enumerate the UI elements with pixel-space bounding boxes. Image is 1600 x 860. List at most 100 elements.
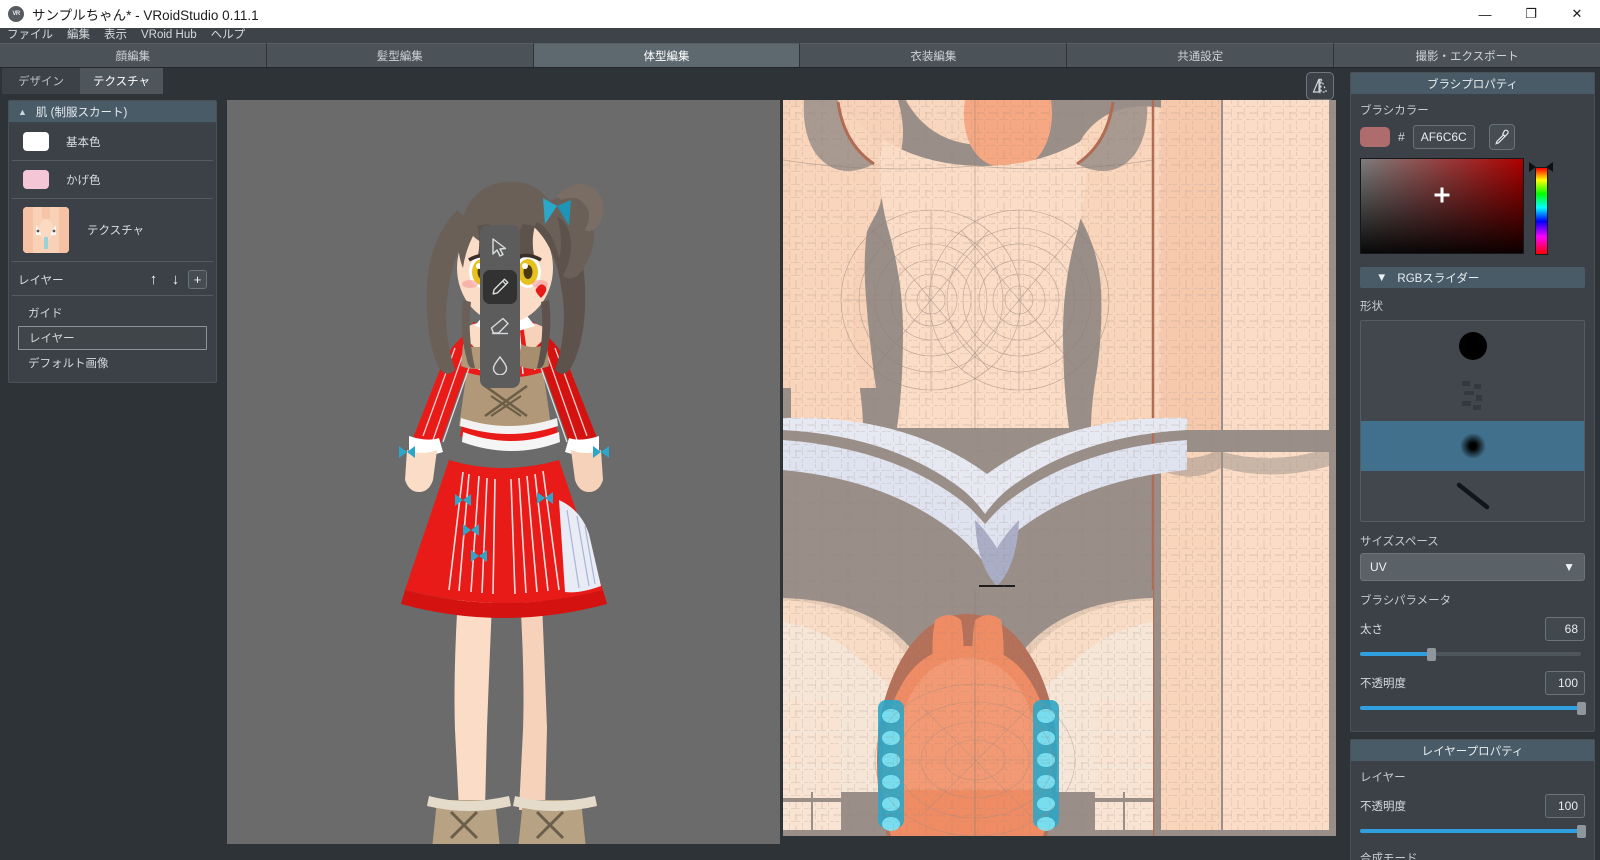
brush-color-line: # AF6C6C: [1360, 124, 1585, 150]
chevron-down-icon: ▼: [1563, 560, 1575, 574]
menu-view[interactable]: 表示: [97, 28, 134, 43]
menu-help[interactable]: ヘルプ: [204, 28, 253, 43]
hard-round-brush-icon: [1458, 332, 1487, 360]
shadow-color-row[interactable]: かげ色: [12, 161, 213, 199]
tab-hair-edit[interactable]: 髪型編集: [266, 43, 534, 67]
brush-opacity-fill: [1360, 706, 1581, 710]
brush-size-fill: [1360, 652, 1431, 656]
left-panel: デザイン テクスチャ ▲ 肌 (制服スカート) 基本色 かげ色 テクスチャ レイ…: [0, 68, 225, 860]
color-cursor-icon: [1434, 187, 1450, 203]
character-model[interactable]: [227, 100, 780, 844]
layer-opacity-fill: [1360, 829, 1581, 833]
layer-opacity-row: 不透明度 100: [1360, 794, 1585, 818]
layer-label: レイヤー: [1360, 772, 1406, 784]
brush-opacity-row: 不透明度 100: [1360, 671, 1585, 695]
texture-thumbnail[interactable]: [23, 207, 69, 253]
tab-common-settings[interactable]: 共通設定: [1067, 43, 1335, 67]
texture-brush-icon: [1461, 381, 1482, 410]
base-color-row[interactable]: 基本色: [12, 123, 213, 161]
texture-row[interactable]: テクスチャ: [12, 199, 213, 262]
menu-vroid-hub[interactable]: VRoid Hub: [134, 28, 204, 43]
layers-label: レイヤー: [18, 274, 64, 287]
layer-list: ガイド レイヤー デフォルト画像: [12, 295, 213, 382]
menu-file[interactable]: ファイル: [0, 28, 60, 43]
tab-photo-export[interactable]: 撮影・エクスポート: [1334, 43, 1600, 67]
brush-size-value[interactable]: 68: [1545, 617, 1585, 641]
title-bar: VR サンプルちゃん* - VRoidStudio 0.11.1 — ❐ ✕: [0, 0, 1600, 28]
menu-edit[interactable]: 編集: [60, 28, 97, 43]
layer-item-default-image[interactable]: デフォルト画像: [18, 351, 207, 375]
eraser-icon: [490, 317, 509, 335]
left-tab-texture[interactable]: テクスチャ: [80, 68, 164, 94]
brush-color-label: ブラシカラー: [1360, 105, 1429, 117]
size-space-label: サイズスペース: [1360, 536, 1439, 548]
shadow-color-swatch[interactable]: [23, 170, 49, 189]
brush-size-knob[interactable]: [1426, 648, 1436, 661]
minimize-button[interactable]: —: [1462, 0, 1508, 28]
layer-property-body: レイヤー 不透明度 100 合成モード: [1351, 761, 1594, 860]
maximize-button[interactable]: ❐: [1508, 0, 1554, 28]
arrow-up-icon[interactable]: ↑: [144, 270, 163, 289]
rgb-slider-toggle[interactable]: ▼ RGBスライダー: [1360, 267, 1585, 288]
texture-brush-option[interactable]: [1361, 371, 1584, 421]
layer-opacity-slider[interactable]: [1360, 823, 1586, 839]
layer-item-layer[interactable]: レイヤー: [18, 326, 207, 350]
base-color-label: 基本色: [66, 136, 101, 149]
soft-round-brush-option[interactable]: [1361, 421, 1584, 471]
brush-shape-label: 形状: [1360, 301, 1383, 313]
chevron-down-icon: ▼: [1376, 271, 1388, 284]
hue-slider[interactable]: [1529, 158, 1553, 258]
base-color-swatch[interactable]: [23, 132, 49, 151]
window-controls: — ❐ ✕: [1462, 0, 1600, 28]
size-space-value: UV: [1370, 560, 1387, 574]
tab-body-edit[interactable]: 体型編集: [533, 43, 801, 67]
model-viewport-3d[interactable]: [227, 100, 780, 844]
stroke-brush-option[interactable]: [1361, 471, 1584, 521]
select-tool[interactable]: [483, 231, 517, 265]
right-panel: ブラシプロパティ ブラシカラー # AF6C6C ▼ RGBスライダー 形状 サ…: [1345, 68, 1600, 860]
arrow-down-icon[interactable]: ↓: [166, 270, 185, 289]
layer-opacity-label: 不透明度: [1360, 801, 1406, 813]
brush-shape-list: [1360, 320, 1585, 522]
pencil-icon: [492, 278, 509, 295]
vroid-logo-icon: VR: [8, 6, 24, 22]
brush-hex-input[interactable]: AF6C6C: [1412, 125, 1475, 149]
tab-face-edit[interactable]: 顔編集: [0, 43, 267, 67]
layers-header: レイヤー ↑ ↓ +: [9, 262, 216, 295]
brush-color-swatch[interactable]: [1360, 127, 1390, 147]
plus-icon[interactable]: +: [188, 270, 207, 289]
brush-property-title: ブラシプロパティ: [1351, 73, 1594, 94]
brush-opacity-knob[interactable]: [1577, 702, 1586, 715]
layer-opacity-knob[interactable]: [1577, 825, 1586, 838]
hard-round-brush-option[interactable]: [1361, 321, 1584, 371]
hue-gradient-bar[interactable]: [1535, 167, 1548, 255]
uv-canvas[interactable]: [783, 100, 1336, 836]
tool-palette: [480, 225, 520, 388]
section-header-skin[interactable]: ▲ 肌 (制服スカート): [9, 101, 216, 123]
left-tab-design[interactable]: デザイン: [2, 68, 80, 94]
layer-opacity-value[interactable]: 100: [1545, 794, 1585, 818]
shadow-color-label: かげ色: [66, 174, 101, 187]
brush-property-body: ブラシカラー # AF6C6C ▼ RGBスライダー 形状 サイズスペース UV…: [1351, 94, 1594, 731]
eraser-tool[interactable]: [483, 309, 517, 343]
layer-item-guide[interactable]: ガイド: [18, 301, 207, 325]
eyedropper-button[interactable]: [1488, 124, 1515, 150]
brush-size-label: 太さ: [1360, 624, 1383, 636]
size-space-dropdown[interactable]: UV ▼: [1360, 553, 1585, 581]
mirror-symmetry-button[interactable]: [1306, 72, 1334, 100]
close-button[interactable]: ✕: [1554, 0, 1600, 28]
brush-size-row: 太さ 68: [1360, 617, 1585, 641]
brush-opacity-value[interactable]: 100: [1545, 671, 1585, 695]
tab-costume-edit[interactable]: 衣装編集: [800, 43, 1068, 67]
rgb-slider-label: RGBスライダー: [1397, 272, 1480, 285]
brush-opacity-slider[interactable]: [1360, 700, 1586, 716]
saturation-value-box[interactable]: [1360, 158, 1524, 254]
uv-texture-map[interactable]: [783, 100, 1336, 836]
section-title: 肌 (制服スカート): [35, 106, 128, 119]
brush-size-slider[interactable]: [1360, 646, 1585, 662]
skin-texture-section: ▲ 肌 (制服スカート) 基本色 かげ色 テクスチャ レイヤー ↑ ↓ + ガイ…: [8, 100, 217, 383]
blur-tool[interactable]: [483, 348, 517, 382]
pencil-tool[interactable]: [483, 270, 517, 304]
layer-property-title: レイヤープロパティ: [1351, 740, 1594, 761]
mirror-symmetry-icon: [1312, 78, 1328, 94]
